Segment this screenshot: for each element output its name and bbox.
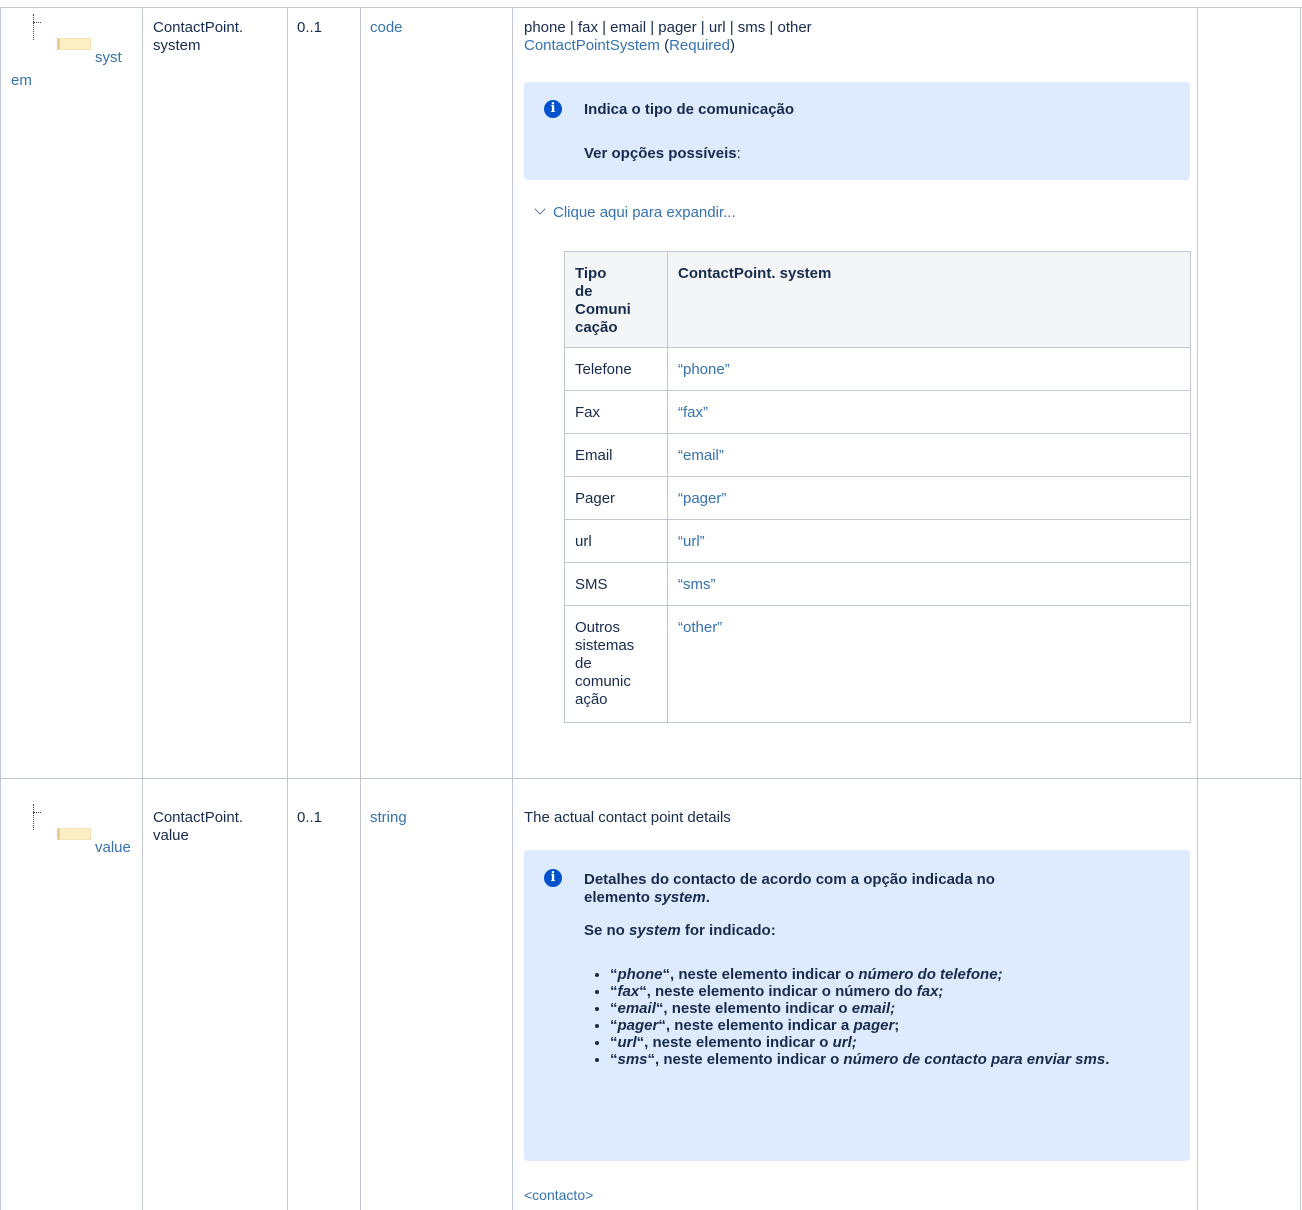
list-item: “fax“, neste elemento indicar o número d…	[610, 983, 1164, 1000]
table-row: Fax “fax”	[564, 390, 1191, 434]
table-cell: Pager	[564, 476, 668, 520]
element-name-link-wrap[interactable]: em	[11, 72, 32, 90]
table-cell: url	[564, 519, 668, 563]
table-cell-code: “sms”	[667, 562, 1191, 606]
list-item: “sms“, neste elemento indicar o número d…	[610, 1051, 1164, 1068]
list-item: “email“, neste elemento indicar o email;	[610, 1000, 1164, 1017]
info-icon: i	[544, 869, 562, 887]
table-cell-code: “other”	[667, 605, 1191, 723]
info-panel: i Indica o tipo de comunicação Ver opçõe…	[524, 82, 1190, 180]
table-border	[1300, 7, 1301, 1210]
table-cell-code: “pager”	[667, 476, 1191, 520]
element-icon	[57, 38, 91, 50]
info-content: Detalhes do contacto de acordo com a opç…	[584, 871, 1164, 1068]
example-link[interactable]: <contacto>	[524, 1186, 593, 1204]
description: phone | fax | email | pager | url | sms …	[524, 19, 812, 54]
binding-strength-link[interactable]: Required	[669, 37, 730, 54]
value-summary: phone | fax | email | pager | url | sms …	[524, 19, 812, 36]
table-cell-code: “url”	[667, 519, 1191, 563]
element-name-link[interactable]: value	[95, 839, 131, 857]
type-link[interactable]: string	[370, 809, 407, 827]
system-options-table: Tipo de Comuni cação ContactPoint. syste…	[564, 251, 1191, 723]
info-title: Indica o tipo de comunicação	[584, 101, 795, 118]
table-row: url “url”	[564, 519, 1191, 563]
valueset-link[interactable]: ContactPointSystem	[524, 37, 660, 54]
table-header-cell: Tipo de Comuni cação	[564, 251, 668, 348]
tree-branch-icon	[30, 14, 42, 40]
table-header-row: Tipo de Comuni cação ContactPoint. syste…	[564, 251, 1191, 348]
table-row: SMS “sms”	[564, 562, 1191, 606]
tree-branch-icon	[30, 804, 42, 830]
table-cell-code: “fax”	[667, 390, 1191, 434]
row-divider	[0, 778, 1302, 779]
table-cell: Outros sistemas de comunic ação	[564, 605, 668, 723]
cardinality: 0..1	[297, 19, 323, 36]
system-bullet-list: “phone“, neste elemento indicar o número…	[584, 966, 1164, 1068]
list-item: “phone“, neste elemento indicar o número…	[610, 966, 1164, 983]
column-divider	[512, 7, 513, 1210]
table-cell-code: “email”	[667, 433, 1191, 477]
column-divider	[1197, 7, 1198, 1210]
element-path: ContactPoint. system	[153, 19, 244, 54]
table-row: Telefone “phone”	[564, 347, 1191, 391]
table-border	[0, 7, 1302, 8]
info-panel: i Detalhes do contacto de acordo com a o…	[524, 850, 1190, 1161]
info-icon: i	[544, 100, 562, 118]
type-link[interactable]: code	[370, 19, 403, 37]
table-row: Pager “pager”	[564, 476, 1191, 520]
table-border	[0, 7, 1, 1210]
table-row: Outros sistemas de comunic ação “other”	[564, 605, 1191, 723]
column-divider	[287, 7, 288, 1210]
element-path: ContactPoint. value	[153, 809, 244, 844]
info-subtitle: Ver opções possíveis:	[584, 145, 741, 162]
description: The actual contact point details	[524, 809, 731, 826]
chevron-down-icon	[534, 203, 546, 215]
table-row: Email “email”	[564, 433, 1191, 477]
table-cell: Telefone	[564, 347, 668, 391]
element-name-link[interactable]: syst	[95, 49, 122, 67]
table-cell: SMS	[564, 562, 668, 606]
table-cell: Fax	[564, 390, 668, 434]
column-divider	[142, 7, 143, 1210]
table-header-cell: ContactPoint. system	[667, 251, 1191, 348]
table-cell: Email	[564, 433, 668, 477]
list-item: “pager“, neste elemento indicar a pager;	[610, 1017, 1164, 1034]
cardinality: 0..1	[297, 809, 323, 826]
column-divider	[360, 7, 361, 1210]
table-cell-code: “phone”	[667, 347, 1191, 391]
element-icon	[57, 828, 91, 840]
list-item: “url“, neste elemento indicar o url;	[610, 1034, 1164, 1051]
expand-toggle[interactable]: Clique aqui para expandir...	[532, 203, 736, 222]
